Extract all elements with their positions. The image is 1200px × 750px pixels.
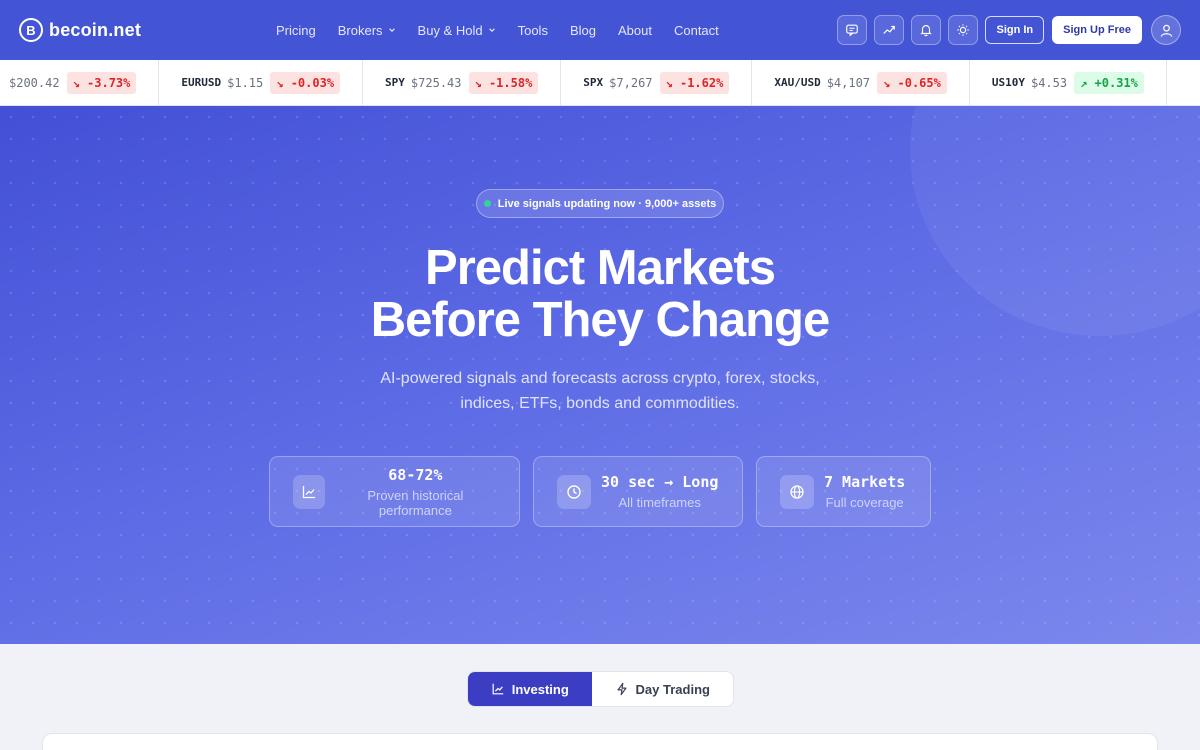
nav-label: Blog — [569, 22, 596, 38]
brand-name: becoin.net — [49, 19, 142, 40]
stat-card-timeframes: 30 sec → Long All timeframes — [533, 456, 743, 527]
globe-icon — [780, 474, 814, 509]
ticker-item[interactable]: US10Y $4.53 ↗ +0.31% — [970, 60, 1167, 105]
ticker-change: ↗ +0.31% — [1074, 71, 1144, 94]
live-signals-badge: Live signals updating now · 9,000+ asset… — [476, 189, 724, 218]
user-icon — [1160, 24, 1172, 37]
bell-icon — [920, 25, 933, 37]
nav-item-buy-hold[interactable]: Buy & Hold — [418, 23, 496, 38]
nav-label: Brokers — [337, 22, 383, 38]
stat-card-performance: 68-72% Proven historical performance — [269, 456, 520, 527]
ticker-price: $200.42 — [9, 75, 60, 90]
nav-item-contact[interactable]: Contact — [674, 23, 719, 38]
ticker-symbol: EURUSD — [181, 76, 222, 89]
ticker-change: ↘ -1.62% — [659, 71, 730, 94]
content-card — [42, 733, 1158, 750]
ticker-symbol: SPY — [385, 76, 405, 89]
hero-subtitle-line: indices, ETFs, bonds and commodities. — [460, 395, 740, 412]
hero-title: Predict Markets Before They Change — [0, 242, 1200, 346]
stat-value: 30 sec → Long — [601, 473, 719, 491]
sun-icon — [957, 24, 970, 36]
stat-body: 7 Markets Full coverage — [824, 473, 905, 510]
hero-section: Live signals updating now · 9,000+ asset… — [0, 106, 1200, 644]
ticker-change: ↘ -0.03% — [270, 71, 341, 94]
chevron-down-icon — [488, 28, 495, 33]
nav-item-brokers[interactable]: Brokers — [338, 23, 396, 38]
stat-body: 30 sec → Long All timeframes — [601, 473, 718, 510]
header-actions: Sign In Sign Up Free — [830, 15, 1181, 45]
chart-line-icon — [492, 683, 503, 695]
chat-icon — [846, 24, 859, 37]
stat-value: 68-72% — [388, 465, 443, 484]
stat-label: Proven historical performance — [367, 487, 464, 518]
badge-text: Live signals updating now · 9,000+ asset… — [497, 197, 717, 210]
tab-label: Investing — [511, 681, 569, 697]
tab-label: Day Trading — [635, 681, 710, 697]
live-dot-icon — [483, 200, 491, 207]
hero-title-line: Before They Change — [370, 293, 830, 347]
ticker-symbol: US10Y — [991, 76, 1025, 89]
nav-label: Pricing — [276, 22, 316, 38]
theme-toggle-button[interactable] — [948, 15, 979, 45]
ticker-change: ↘ -0.65% — [877, 71, 947, 94]
ticker-change: ↘ -3.73% — [66, 71, 137, 94]
notifications-button[interactable] — [911, 15, 942, 45]
lightning-icon — [617, 682, 627, 696]
stats-row: 68-72% Proven historical performance 30 … — [269, 456, 931, 527]
ticker-symbol: SPX — [583, 76, 604, 89]
logo[interactable]: B becoin.net — [19, 18, 141, 42]
hero-subtitle: AI-powered signals and forecasts across … — [0, 366, 1200, 416]
ticker-item[interactable]: XAU/USD $4,107 ↘ -0.65% — [752, 60, 970, 105]
stat-body: 68-72% Proven historical performance — [335, 466, 496, 518]
sign-up-button[interactable]: Sign Up Free — [1052, 16, 1142, 44]
logo-mark-icon: B — [19, 18, 43, 42]
stat-label: All timeframes — [618, 495, 701, 510]
ticker-price: $4.53 — [1030, 75, 1068, 90]
ticker-symbol: XAU/USD — [774, 76, 821, 89]
top-navbar: B becoin.net Pricing Brokers Buy & Hold … — [0, 0, 1200, 60]
nav-label: Contact — [673, 22, 719, 38]
ticker-price: $725.43 — [410, 75, 462, 90]
ticker-item[interactable]: SPX $7,267 ↘ -1.62% — [561, 60, 753, 105]
ticker-price: $4,107 — [826, 75, 871, 90]
stat-value: 7 Markets — [824, 473, 906, 491]
price-ticker: $200.42 ↘ -3.73% EURUSD $1.15 ↘ -0.03% S… — [0, 60, 1200, 106]
sign-in-button[interactable]: Sign In — [985, 16, 1045, 44]
ticker-item[interactable]: $200.42 ↘ -3.73% — [0, 60, 160, 105]
trending-icon — [883, 25, 896, 34]
nav-item-about[interactable]: About — [618, 23, 652, 38]
hero-subtitle-line: AI-powered signals and forecasts across … — [380, 370, 820, 387]
hero-title-line: Predict Markets — [425, 241, 776, 295]
chevron-down-icon — [388, 28, 395, 33]
ticker-price: $7,267 — [609, 75, 653, 90]
stat-label: Full coverage — [825, 495, 904, 510]
ticker-item[interactable]: SPY $725.43 ↘ -1.58% — [363, 60, 562, 105]
chat-button[interactable] — [837, 15, 868, 45]
ticker-price: $1.15 — [227, 75, 264, 90]
clock-icon — [557, 474, 591, 509]
ticker-item[interactable]: EURUSD $1.15 ↘ -0.03% — [159, 60, 364, 105]
tab-day-trading[interactable]: Day Trading — [592, 672, 733, 706]
main-nav: Pricing Brokers Buy & Hold Tools Blog Ab… — [276, 0, 741, 60]
nav-label: Tools — [517, 22, 548, 38]
chart-line-icon — [293, 474, 325, 509]
tab-investing[interactable]: Investing — [468, 672, 592, 706]
user-avatar-button[interactable] — [1151, 15, 1181, 45]
nav-label: Buy & Hold — [417, 22, 483, 38]
mode-tabs: Investing Day Trading — [467, 671, 734, 707]
stat-card-markets: 7 Markets Full coverage — [756, 456, 931, 527]
nav-label: About — [617, 22, 652, 38]
nav-item-blog[interactable]: Blog — [570, 23, 596, 38]
trending-button[interactable] — [874, 15, 905, 45]
nav-item-tools[interactable]: Tools — [518, 23, 548, 38]
ticker-change: ↘ -1.58% — [468, 71, 539, 94]
nav-item-pricing[interactable]: Pricing — [276, 23, 316, 38]
